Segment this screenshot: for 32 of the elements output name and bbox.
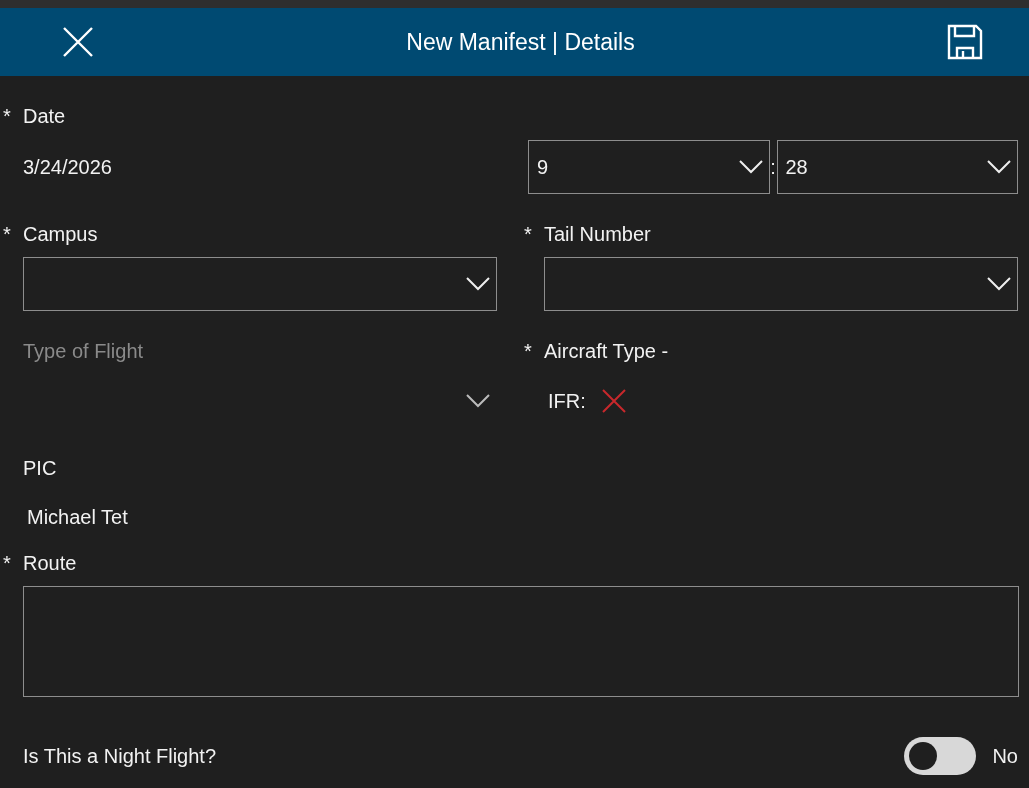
required-mark: * bbox=[3, 104, 11, 128]
campus-dropdown[interactable] bbox=[23, 257, 497, 311]
hour-dropdown[interactable]: 9 bbox=[528, 140, 770, 194]
route-field[interactable] bbox=[23, 586, 1019, 697]
required-mark: * bbox=[3, 222, 11, 246]
close-icon[interactable] bbox=[62, 26, 94, 58]
ifr-label: IFR: bbox=[548, 389, 586, 413]
night-flight-toggle[interactable] bbox=[904, 737, 977, 775]
campus-label: Campus bbox=[23, 222, 98, 246]
night-flight-label: Is This a Night Flight? bbox=[23, 744, 217, 768]
minute-dropdown[interactable]: 28 bbox=[776, 140, 1018, 194]
caret-icon bbox=[987, 277, 1011, 291]
caret-icon bbox=[466, 277, 490, 291]
page-title: New Manifest | Details bbox=[406, 28, 635, 56]
caret-icon bbox=[987, 160, 1011, 174]
route-label: Route bbox=[23, 551, 77, 575]
aircraft-type-label: Aircraft Type - bbox=[544, 339, 669, 363]
caret-icon bbox=[466, 394, 490, 408]
time-separator: : bbox=[769, 155, 777, 179]
required-mark: * bbox=[524, 339, 532, 363]
pic-label: PIC bbox=[23, 456, 57, 480]
date-value[interactable]: 3/24/2026 bbox=[23, 155, 528, 179]
required-mark: * bbox=[3, 551, 11, 575]
type-of-flight-label: Type of Flight bbox=[23, 339, 144, 363]
tail-number-label: Tail Number bbox=[544, 222, 651, 246]
save-icon[interactable] bbox=[947, 24, 983, 60]
caret-icon bbox=[738, 160, 763, 174]
pic-value: Michael Tet bbox=[26, 506, 129, 529]
tail-number-dropdown[interactable] bbox=[544, 257, 1018, 311]
required-mark: * bbox=[524, 222, 532, 246]
toggle-value: No bbox=[992, 744, 1018, 768]
date-label: Date bbox=[23, 104, 66, 128]
